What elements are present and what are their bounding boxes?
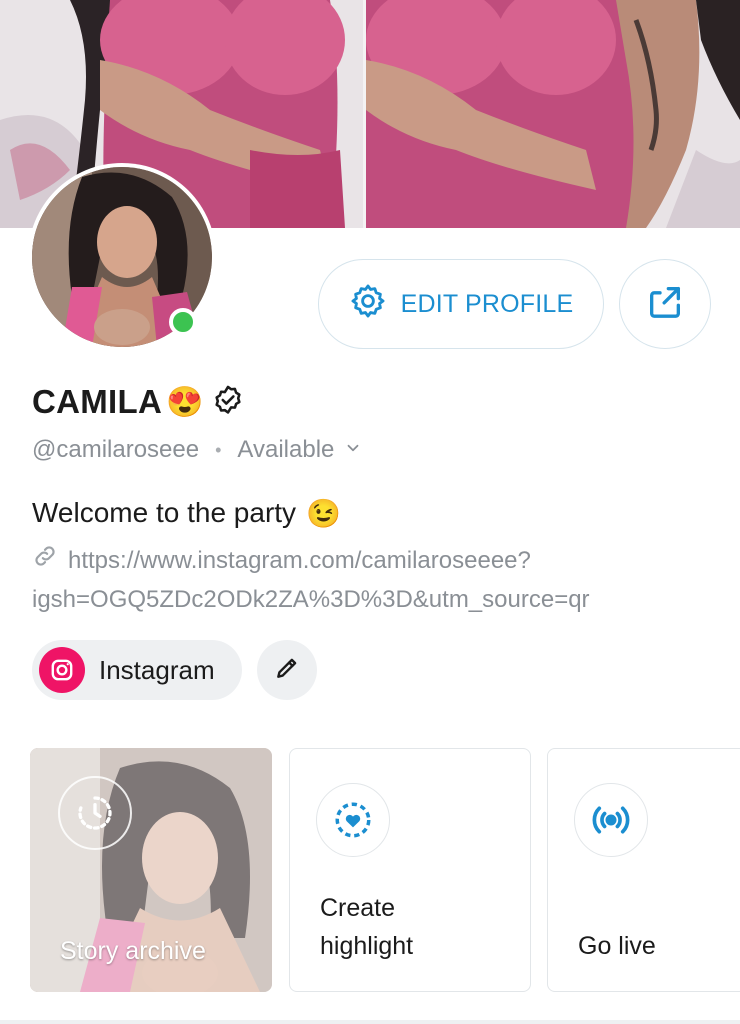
wink-emoji: 😉	[306, 497, 341, 529]
link-url-line1: https://www.instagram.com/camilaroseeee?	[68, 547, 531, 574]
link-icon	[32, 543, 58, 581]
pencil-icon	[274, 655, 300, 686]
gear-icon	[349, 282, 387, 327]
cover-image-right	[366, 0, 740, 228]
create-highlight-line1: Create	[320, 894, 396, 922]
profile-handle: @camilaroseee	[32, 436, 200, 463]
bottom-divider	[0, 1020, 740, 1024]
heart-eyes-emoji: 😍	[166, 385, 204, 419]
edit-profile-label: EDIT PROFILE	[400, 289, 574, 318]
clock-history-icon	[58, 776, 132, 850]
profile-link[interactable]: https://www.instagram.com/camilaroseeee?…	[32, 542, 712, 619]
online-status-dot	[169, 308, 197, 336]
verified-badge-icon	[211, 383, 245, 422]
instagram-label: Instagram	[99, 654, 215, 685]
status-label: Available	[237, 436, 335, 463]
create-highlight-label: Create highlight	[320, 889, 413, 965]
share-profile-button[interactable]	[619, 259, 711, 349]
go-live-label: Go live	[578, 932, 656, 960]
link-url-line2: igsh=OGQ5ZDc2ODk2ZA%3D%3D&utm_source=qr	[32, 585, 590, 613]
share-icon	[645, 282, 685, 327]
chevron-down-icon	[344, 436, 362, 464]
create-highlight-card[interactable]: Create highlight	[289, 748, 531, 992]
edit-profile-button[interactable]: EDIT PROFILE	[318, 259, 604, 349]
handle-status-row: @camilaroseee • Available	[32, 432, 362, 468]
bio-text: Welcome to the party	[32, 497, 297, 528]
instagram-icon	[39, 647, 85, 693]
profile-name: CAMILA	[32, 383, 163, 420]
story-archive-label: Story archive	[60, 937, 206, 965]
status-dropdown[interactable]: Available	[237, 436, 362, 464]
separator-dot: •	[215, 439, 222, 460]
instagram-social-chip[interactable]: Instagram	[32, 640, 242, 700]
story-archive-card[interactable]: Story archive	[30, 748, 272, 992]
edit-social-links-button[interactable]	[257, 640, 317, 700]
heart-circle-icon	[316, 783, 390, 857]
create-highlight-line2: highlight	[320, 932, 414, 960]
profile-bio: Welcome to the party 😉	[32, 492, 341, 534]
broadcast-icon	[574, 783, 648, 857]
profile-name-row: CAMILA 😍	[32, 380, 245, 424]
go-live-card[interactable]: Go live	[547, 748, 740, 992]
